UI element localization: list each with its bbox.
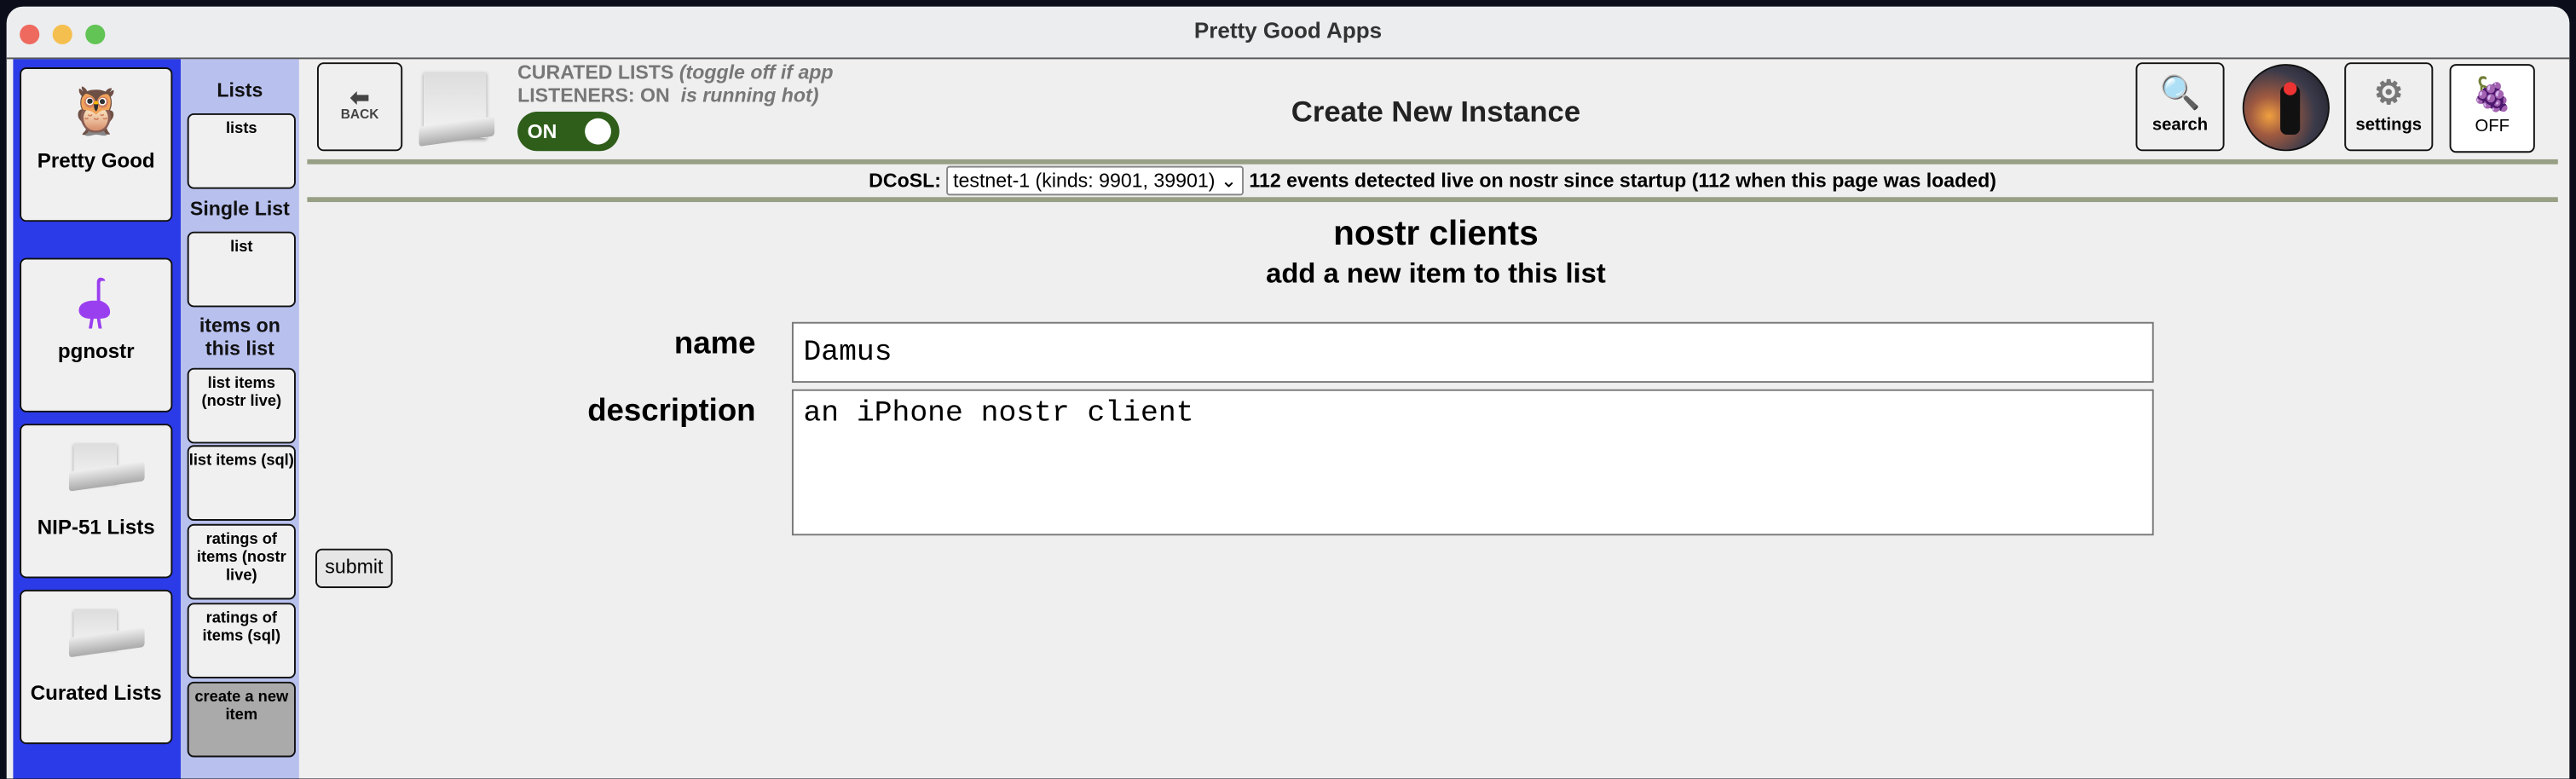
grapes-icon: 🍇 <box>2471 77 2513 113</box>
title-bar: Pretty Good Apps <box>6 6 2570 60</box>
app-label: Curated Lists <box>30 681 162 705</box>
back-label: BACK <box>340 107 379 122</box>
app-nip51-lists[interactable]: NIP-51 Lists <box>20 424 173 579</box>
document-icon <box>21 606 170 662</box>
create-new-item-button[interactable]: create a new item <box>187 681 296 758</box>
divider <box>307 159 2558 164</box>
single-list-header: Single List <box>189 197 290 221</box>
name-label: name <box>673 326 756 362</box>
app-window: Pretty Good Apps 🦉 Pretty Good pgnostr N… <box>6 6 2570 779</box>
app-sidebar: 🦉 Pretty Good pgnostr NIP-51 Lists Curat… <box>13 59 182 779</box>
list-items-sql-button[interactable]: list items (sql) <box>187 445 296 521</box>
search-label: search <box>2151 114 2209 136</box>
description-label: description <box>587 394 756 430</box>
document-icon <box>424 72 487 138</box>
app-curated-lists[interactable]: Curated Lists <box>20 589 173 745</box>
app-label: NIP-51 Lists <box>37 516 155 540</box>
hint-text: (toggle off if app <box>679 61 834 84</box>
settings-label: settings <box>2355 114 2423 136</box>
items-header: items on this list <box>199 314 280 361</box>
hint-text: is running hot) <box>680 84 819 107</box>
ratings-nostr-live-button[interactable]: ratings of items (nostr live) <box>187 523 296 600</box>
list-items-nostr-live-button[interactable]: list items (nostr live) <box>187 367 296 444</box>
divider <box>307 197 2558 203</box>
ostrich-icon <box>21 274 170 331</box>
app-label: pgnostr <box>57 339 135 363</box>
list-subtitle: add a new item to this list <box>1266 257 1606 290</box>
settings-button[interactable]: ⚙ settings <box>2344 62 2434 152</box>
gear-icon: ⚙ <box>2374 75 2404 113</box>
user-avatar[interactable] <box>2242 64 2330 152</box>
ratings-sql-button[interactable]: ratings of items (sql) <box>187 603 296 678</box>
dcosl-bar: DCoSL: testnet-1 (kinds: 9901, 39901) ⌄ … <box>307 165 2557 198</box>
description-textarea[interactable]: an iPhone nostr client <box>791 389 2154 536</box>
page-title: Create New Instance <box>1291 95 1581 129</box>
owl-icon: 🦉 <box>67 85 125 136</box>
window-title: Pretty Good Apps <box>1193 18 1383 43</box>
submit-button[interactable]: submit <box>315 548 393 588</box>
listeners-label: LISTENERS: ON <box>517 84 670 107</box>
sub-navigation: Lists lists Single List list items on th… <box>181 59 299 779</box>
toggle-label: ON <box>527 119 557 143</box>
dcosl-select[interactable]: testnet-1 (kinds: 9901, 39901) ⌄ <box>946 165 1244 196</box>
search-button[interactable]: 🔍 search <box>2135 62 2225 152</box>
power-label: OFF <box>2475 116 2510 136</box>
document-icon <box>21 441 170 497</box>
search-icon: 🔍 <box>2159 75 2201 113</box>
app-pgnostr[interactable]: pgnostr <box>20 257 173 413</box>
chevron-down-icon: ⌄ <box>1220 169 1238 193</box>
name-input[interactable] <box>791 321 2154 384</box>
toggle-knob <box>585 118 611 145</box>
app-label: Pretty Good <box>37 149 155 173</box>
curated-lists-label: CURATED LISTS <box>517 61 674 84</box>
listener-status: CURATED LISTS (toggle off if app LISTENE… <box>517 61 833 107</box>
app-pretty-good[interactable]: 🦉 Pretty Good <box>20 67 173 222</box>
arrow-left-icon: ⬅ <box>349 84 370 111</box>
list-button[interactable]: list <box>187 231 296 308</box>
power-toggle-button[interactable]: 🍇 OFF <box>2449 64 2535 153</box>
lists-header: Lists <box>217 78 263 102</box>
avatar-eyes <box>2283 82 2297 95</box>
dcosl-selected-value: testnet-1 (kinds: 9901, 39901) <box>953 169 1216 193</box>
list-title: nostr clients <box>1333 215 1539 253</box>
events-status: 112 events detected live on nostr since … <box>1249 169 1997 193</box>
listeners-toggle[interactable]: ON <box>517 112 620 152</box>
back-button[interactable]: ⬅ BACK <box>316 62 403 152</box>
lists-button[interactable]: lists <box>187 113 296 189</box>
dcosl-label: DCoSL: <box>869 169 941 193</box>
